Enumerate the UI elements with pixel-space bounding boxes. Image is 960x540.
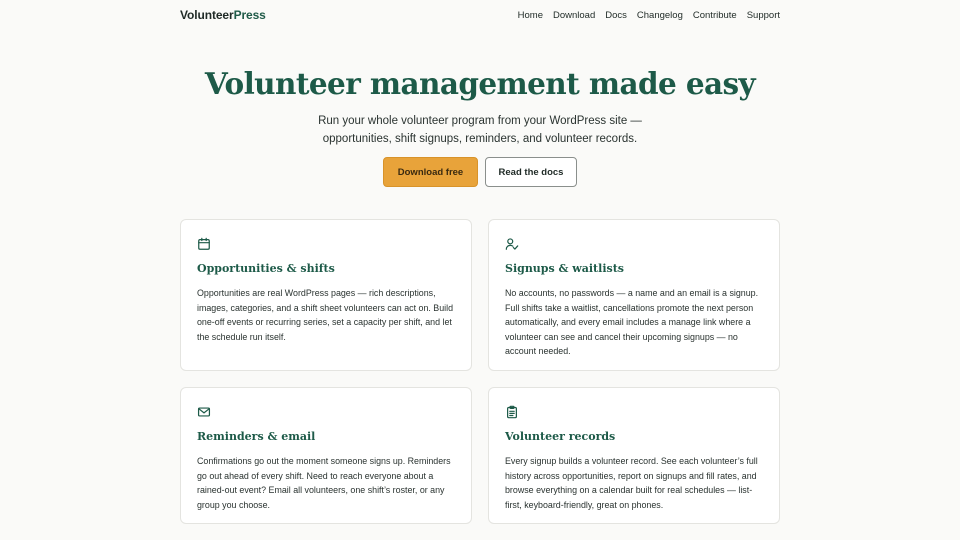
top-nav-bar: VolunteerPress Home Download Docs Change… [180,0,780,30]
hero-title: Volunteer management made easy [204,66,756,101]
feature-card-signups: Signups & waitlists No accounts, no pass… [488,219,780,371]
mail-icon [197,405,211,419]
user-check-icon [505,237,519,251]
nav-link-contribute[interactable]: Contribute [693,10,737,21]
feature-description: No accounts, no passwords — a name and a… [505,288,759,356]
nav-link-download[interactable]: Download [553,10,595,21]
hero-subtitle: Run your whole volunteer program from yo… [290,112,670,148]
clipboard-icon [505,405,519,419]
feature-card-reminders: Reminders & email Confirmations go out t… [180,387,472,524]
nav-link-support[interactable]: Support [747,10,780,21]
nav-link-home[interactable]: Home [518,10,543,21]
feature-title: Reminders & email [197,430,316,443]
nav-link-docs[interactable]: Docs [605,10,627,21]
feature-description: Confirmations go out the moment someone … [197,456,451,510]
feature-title: Volunteer records [505,430,616,443]
feature-title: Opportunities & shifts [197,262,335,275]
download-free-button[interactable]: Download free [383,157,478,187]
nav-link-changelog[interactable]: Changelog [637,10,683,21]
feature-description: Every signup builds a volunteer record. … [505,456,758,510]
calendar-icon [197,237,211,251]
logo-prefix: Volunteer [180,8,234,22]
main-nav: Home Download Docs Changelog Contribute … [518,10,780,21]
site-logo[interactable]: VolunteerPress [180,8,266,22]
feature-title: Signups & waitlists [505,262,624,275]
read-the-docs-button[interactable]: Read the docs [485,157,577,187]
hero-subtitle-line-2: opportunities, shift signups, reminders,… [322,133,638,145]
logo-suffix: Press [233,8,266,22]
feature-card-records: Volunteer records Every signup builds a … [488,387,780,524]
feature-description: Opportunities are real WordPress pages —… [197,288,454,342]
feature-card-opportunities: Opportunities & shifts Opportunities are… [180,219,472,371]
hero-subtitle-line-1: Run your whole volunteer program from yo… [318,115,642,127]
